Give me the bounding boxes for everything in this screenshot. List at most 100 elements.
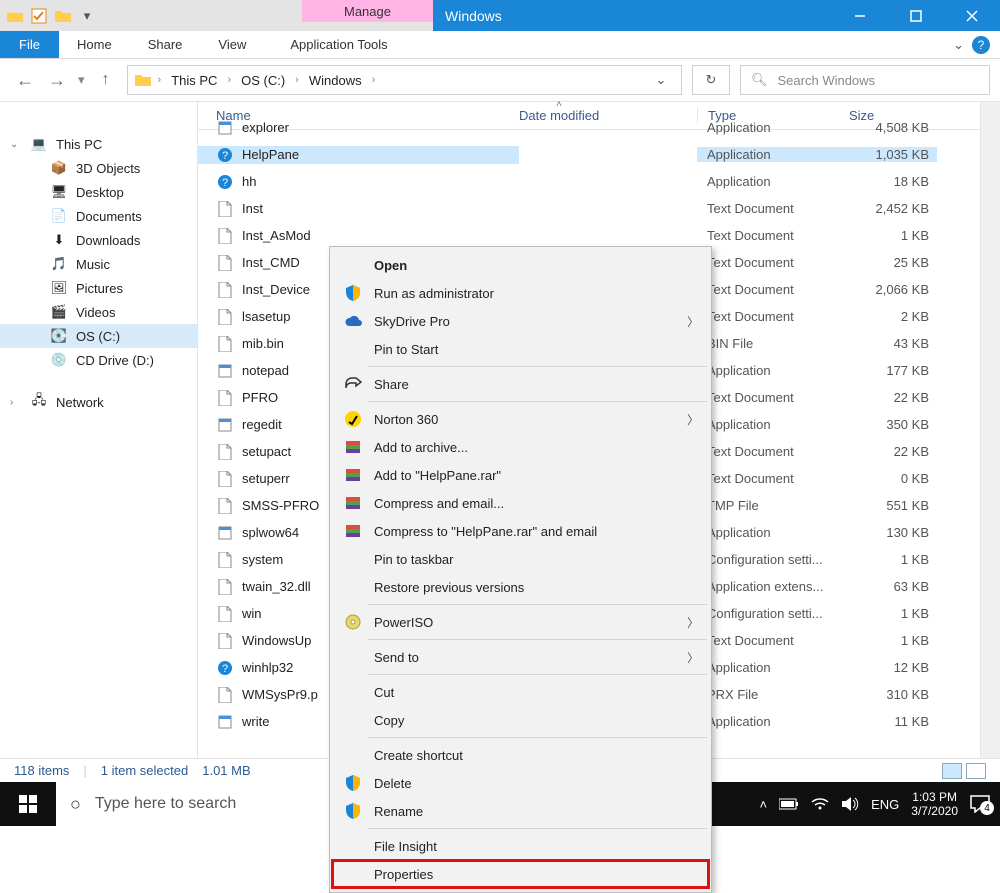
context-menu-item[interactable]: PowerISO 〉 (332, 608, 709, 636)
context-menu-item[interactable]: Add to archive... (332, 433, 709, 461)
context-menu-label: Rename (374, 804, 709, 819)
file-row[interactable]: Inst_AsMod Text Document 1 KB (198, 222, 1000, 249)
context-menu-item[interactable]: Pin to taskbar (332, 545, 709, 573)
file-type: Application (697, 417, 849, 432)
context-menu-item[interactable]: Norton 360 〉 (332, 405, 709, 433)
file-icon (216, 281, 234, 299)
context-menu-item[interactable]: Cut (332, 678, 709, 706)
nav-item[interactable]: 🎬Videos (0, 300, 197, 324)
context-menu-item[interactable]: Properties (332, 860, 709, 888)
file-icon (216, 335, 234, 353)
context-menu-item[interactable]: Run as administrator (332, 279, 709, 307)
file-size: 1 KB (849, 606, 937, 621)
breadcrumb-item[interactable]: Windows (305, 73, 366, 88)
nav-network[interactable]: › 🖧 Network (0, 390, 197, 414)
wifi-icon[interactable] (811, 797, 829, 811)
vertical-scrollbar[interactable] (980, 102, 1000, 782)
nav-item[interactable]: 📄Documents (0, 204, 197, 228)
ribbon-context-tab-manage[interactable]: Manage (302, 0, 433, 22)
file-icon (216, 119, 234, 137)
context-menu-item[interactable]: Open (332, 251, 709, 279)
nav-item[interactable]: 💿CD Drive (D:) (0, 348, 197, 372)
back-button[interactable]: ← (14, 69, 36, 91)
title-bar: ▾ Manage Windows (0, 0, 1000, 31)
context-menu-item[interactable]: Add to "HelpPane.rar" (332, 461, 709, 489)
battery-icon[interactable] (779, 798, 799, 810)
submenu-arrow-icon: 〉 (687, 411, 709, 428)
ribbon-tab-application-tools[interactable]: Application Tools (272, 31, 405, 58)
tray-overflow-icon[interactable]: ˄ (760, 797, 768, 812)
file-size: 551 KB (849, 498, 937, 513)
nav-item[interactable]: ⬇Downloads (0, 228, 197, 252)
view-large-icons-button[interactable] (966, 763, 986, 779)
context-menu-label: Create shortcut (374, 748, 709, 763)
ribbon: File Home Share View Application Tools ⌄… (0, 31, 1000, 59)
file-name: win (242, 606, 262, 621)
file-size: 4,508 KB (849, 120, 937, 135)
start-button[interactable] (0, 794, 56, 814)
navigation-pane: ⌄ 💻 This PC 📦3D Objects🖥Desktop📄Document… (0, 102, 198, 782)
nav-item[interactable]: 🖼Pictures (0, 276, 197, 300)
context-menu-item[interactable]: Create shortcut (332, 741, 709, 769)
context-menu-item[interactable]: Compress to "HelpPane.rar" and email (332, 517, 709, 545)
context-menu-item[interactable]: Share (332, 370, 709, 398)
nav-label: CD Drive (D:) (76, 353, 154, 368)
file-icon (216, 416, 234, 434)
nav-child-icon: 🖼 (50, 280, 68, 296)
file-name: Inst (242, 201, 263, 216)
breadcrumb-item[interactable]: OS (C:) (237, 73, 289, 88)
address-bar[interactable]: › This PC › OS (C:) › Windows › ⌄ (127, 65, 682, 95)
history-dropdown-icon[interactable]: ⌄ (647, 72, 675, 88)
file-size: 22 KB (849, 444, 937, 459)
nav-item[interactable]: 💽OS (C:) (0, 324, 197, 348)
language-indicator[interactable]: ENG (871, 797, 899, 812)
context-menu-item[interactable]: Restore previous versions (332, 573, 709, 601)
context-menu-item[interactable]: Compress and email... (332, 489, 709, 517)
context-menu-item[interactable]: File Insight (332, 832, 709, 860)
volume-icon[interactable] (841, 796, 859, 812)
view-details-button[interactable] (942, 763, 962, 779)
file-row[interactable]: explorer Application 4,508 KB (198, 114, 1000, 141)
clock[interactable]: 1:03 PM 3/7/2020 (911, 790, 958, 818)
rar-icon (342, 492, 364, 514)
context-menu-label: Open (374, 258, 709, 273)
file-row[interactable]: ?hh Application 18 KB (198, 168, 1000, 195)
nav-item[interactable]: 🖥Desktop (0, 180, 197, 204)
context-menu-item[interactable]: Pin to Start (332, 335, 709, 363)
file-icon (216, 200, 234, 218)
help-icon[interactable]: ? (972, 36, 990, 54)
nav-item[interactable]: 🎵Music (0, 252, 197, 276)
context-menu-label: Add to "HelpPane.rar" (374, 468, 709, 483)
context-menu-item[interactable]: Rename (332, 797, 709, 825)
ribbon-tab-share[interactable]: Share (130, 31, 201, 58)
file-row[interactable]: ?HelpPane Application 1,035 KB (198, 141, 1000, 168)
context-menu-item[interactable]: Copy (332, 706, 709, 734)
file-name: Inst_CMD (242, 255, 300, 270)
file-type: Text Document (697, 228, 849, 243)
breadcrumb-item[interactable]: This PC (167, 73, 221, 88)
file-name: system (242, 552, 283, 567)
action-center-icon[interactable]: 4 (970, 795, 990, 813)
ribbon-collapse-icon[interactable]: ⌄ (953, 37, 964, 53)
checkbox-icon[interactable] (30, 7, 48, 25)
maximize-button[interactable] (888, 0, 944, 31)
up-button[interactable]: ↑ (95, 69, 117, 91)
context-menu-item[interactable]: SkyDrive Pro 〉 (332, 307, 709, 335)
overflow-icon[interactable]: ▾ (78, 7, 96, 25)
context-menu-item[interactable]: Send to 〉 (332, 643, 709, 671)
context-menu-item[interactable]: Delete (332, 769, 709, 797)
file-name: Inst_Device (242, 282, 310, 297)
search-box[interactable]: 🔍︎ Search Windows (740, 65, 990, 95)
context-menu-label: PowerISO (374, 615, 677, 630)
minimize-button[interactable] (832, 0, 888, 31)
blank-icon (342, 254, 364, 276)
nav-item[interactable]: 📦3D Objects (0, 156, 197, 180)
refresh-button[interactable]: ↻ (692, 65, 730, 95)
file-tab[interactable]: File (0, 31, 59, 58)
forward-button[interactable]: → (46, 69, 68, 91)
nav-this-pc[interactable]: ⌄ 💻 This PC (0, 132, 197, 156)
file-row[interactable]: Inst Text Document 2,452 KB (198, 195, 1000, 222)
ribbon-tab-view[interactable]: View (200, 31, 264, 58)
close-button[interactable] (944, 0, 1000, 31)
ribbon-tab-home[interactable]: Home (59, 31, 130, 58)
